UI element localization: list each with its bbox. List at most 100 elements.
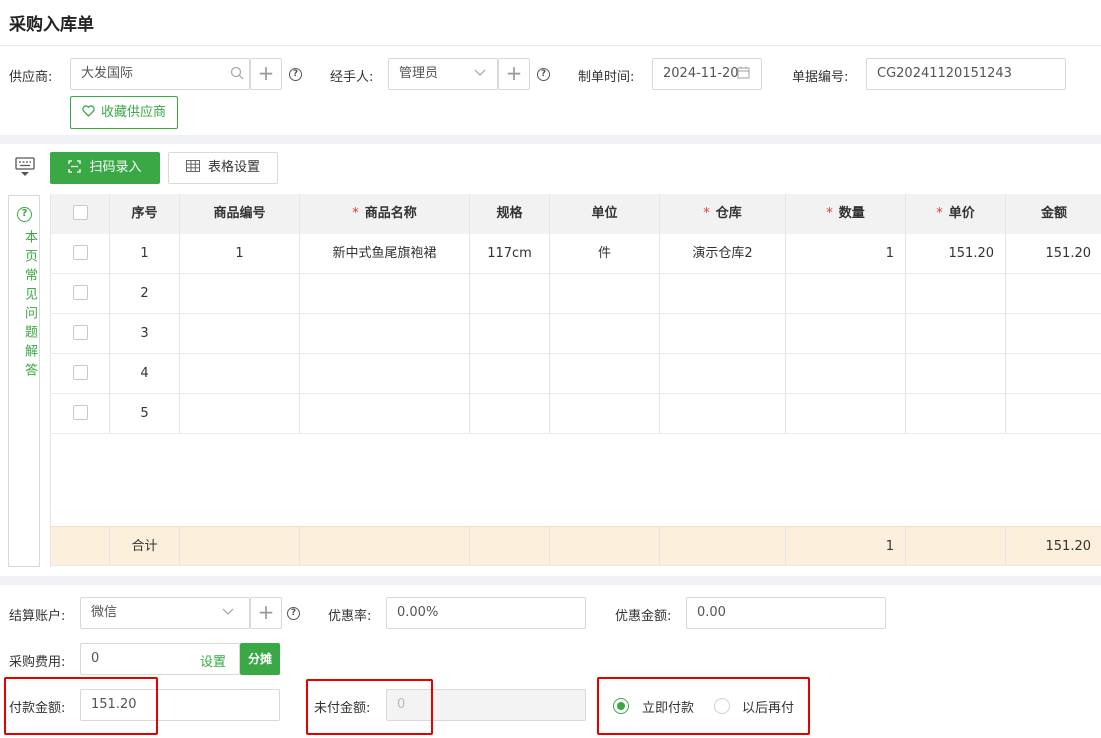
time-label: 制单时间:: [578, 70, 635, 85]
discount-amount-input[interactable]: 0.00: [686, 597, 886, 629]
docno-input[interactable]: CG20241120151243: [866, 58, 1066, 90]
account-help-icon[interactable]: ?: [287, 607, 300, 620]
cell-spec[interactable]: [470, 314, 550, 353]
add-handler-button[interactable]: +: [498, 58, 530, 90]
cell-spec[interactable]: [470, 394, 550, 433]
row-checkbox[interactable]: [72, 245, 88, 260]
cell-unit[interactable]: [550, 274, 660, 313]
header-price: 单价: [948, 206, 975, 221]
supplier-help-icon[interactable]: ?: [289, 68, 302, 81]
calendar-icon[interactable]: [737, 66, 750, 79]
cell-unit[interactable]: 件: [550, 234, 660, 273]
cell-name[interactable]: [300, 314, 470, 353]
header-spec: 规格: [470, 194, 550, 234]
cell-qty[interactable]: [786, 314, 906, 353]
header-warehouse-cell: * 仓库: [660, 194, 786, 234]
table-row[interactable]: 2: [51, 274, 1101, 314]
cell-warehouse[interactable]: [660, 314, 786, 353]
cell-amount[interactable]: 151.20: [1006, 234, 1101, 273]
cell-code[interactable]: [180, 314, 300, 353]
cell-name[interactable]: [300, 274, 470, 313]
highlight-box-payment-mode: [597, 677, 810, 735]
cell-code[interactable]: [180, 354, 300, 393]
chevron-down-icon[interactable]: [222, 608, 234, 616]
add-supplier-button[interactable]: +: [250, 58, 282, 90]
total-blank: [470, 527, 550, 565]
row-checkbox[interactable]: [72, 325, 88, 340]
cell-amount[interactable]: [1006, 314, 1101, 353]
docno-value: CG20241120151243: [877, 66, 1012, 81]
account-label: 结算账户:: [9, 609, 66, 624]
section-divider: [0, 576, 1101, 585]
header-qty-cell: * 数量: [786, 194, 906, 234]
cell-amount[interactable]: [1006, 394, 1101, 433]
header-select-cell: [51, 194, 110, 234]
discount-rate-input[interactable]: 0.00%: [386, 597, 586, 629]
cell-name[interactable]: 新中式鱼尾旗袍裙: [300, 234, 470, 273]
cell-warehouse[interactable]: [660, 394, 786, 433]
scan-entry-label: 扫码录入: [89, 160, 142, 175]
cell-amount[interactable]: [1006, 354, 1101, 393]
cell-unit[interactable]: [550, 394, 660, 433]
cell-unit[interactable]: [550, 354, 660, 393]
table-row[interactable]: 3: [51, 314, 1101, 354]
header-name-cell: * 商品名称: [300, 194, 470, 234]
cell-qty[interactable]: 1: [786, 234, 906, 273]
discount-rate-value: 0.00%: [397, 605, 439, 620]
cell-spec[interactable]: 117cm: [470, 234, 550, 273]
faq-text: 本页常见问题解答: [22, 230, 37, 382]
cell-qty[interactable]: [786, 394, 906, 433]
row-checkbox[interactable]: [72, 405, 88, 420]
cell-price[interactable]: 151.20: [906, 234, 1006, 273]
keyboard-icon[interactable]: [15, 156, 35, 178]
fee-settings-link[interactable]: 设置: [200, 651, 226, 670]
required-star: *: [826, 206, 833, 221]
table-row[interactable]: 5: [51, 394, 1101, 434]
supplier-input[interactable]: 大发国际: [70, 58, 250, 90]
cell-seq: 5: [110, 394, 180, 433]
heart-icon: [82, 105, 95, 117]
cell-qty[interactable]: [786, 274, 906, 313]
faq-panel[interactable]: ? 本页常见问题解答: [8, 195, 40, 567]
header-price-cell: * 单价: [906, 194, 1006, 234]
cell-name[interactable]: [300, 354, 470, 393]
handler-help-icon[interactable]: ?: [537, 68, 550, 81]
split-button[interactable]: 分摊: [240, 643, 280, 675]
highlight-box-paid: [4, 677, 158, 735]
favorite-supplier-button[interactable]: 收藏供应商: [70, 96, 178, 129]
cell-code[interactable]: [180, 274, 300, 313]
cell-price[interactable]: [906, 274, 1006, 313]
table-row[interactable]: 4: [51, 354, 1101, 394]
cell-warehouse[interactable]: [660, 274, 786, 313]
cell-price[interactable]: [906, 394, 1006, 433]
cell-code[interactable]: 1: [180, 234, 300, 273]
table-settings-button[interactable]: 表格设置: [168, 152, 278, 184]
header-qty: 数量: [838, 206, 865, 221]
search-icon[interactable]: [230, 66, 244, 80]
cell-seq: 2: [110, 274, 180, 313]
cell-spec[interactable]: [470, 274, 550, 313]
cell-warehouse[interactable]: [660, 354, 786, 393]
cell-warehouse[interactable]: 演示仓库2: [660, 234, 786, 273]
chevron-down-icon[interactable]: [474, 69, 486, 77]
table-row[interactable]: 1 1 新中式鱼尾旗袍裙 117cm 件 演示仓库2 1 151.20 151.…: [51, 234, 1101, 274]
row-checkbox[interactable]: [72, 285, 88, 300]
scan-entry-button[interactable]: 扫码录入: [50, 152, 160, 184]
row-checkbox[interactable]: [72, 365, 88, 380]
cell-code[interactable]: [180, 394, 300, 433]
cell-qty[interactable]: [786, 354, 906, 393]
cell-price[interactable]: [906, 354, 1006, 393]
table-icon: [185, 160, 200, 172]
add-account-button[interactable]: +: [250, 597, 282, 629]
required-star: *: [703, 206, 710, 221]
cell-price[interactable]: [906, 314, 1006, 353]
cell-seq: 1: [110, 234, 180, 273]
total-label: 合计: [110, 527, 180, 565]
cell-unit[interactable]: [550, 314, 660, 353]
scan-icon: [68, 160, 82, 173]
supplier-label: 供应商:: [9, 70, 53, 85]
cell-spec[interactable]: [470, 354, 550, 393]
cell-amount[interactable]: [1006, 274, 1101, 313]
cell-name[interactable]: [300, 394, 470, 433]
select-all-checkbox[interactable]: [72, 205, 88, 220]
